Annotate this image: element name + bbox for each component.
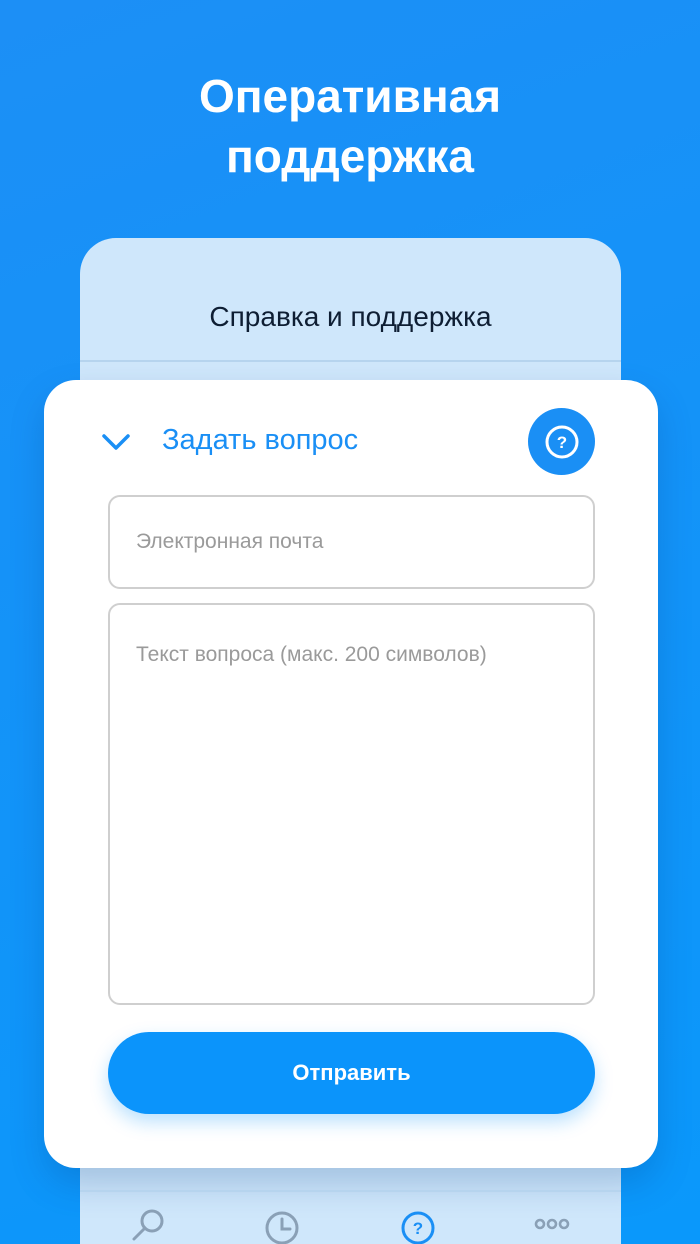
svg-text:?: ?	[413, 1219, 423, 1238]
hero-line-2: поддержка	[226, 130, 474, 182]
help-tab-icon[interactable]: ?	[398, 1206, 438, 1244]
help-icon: ?	[545, 425, 578, 458]
ask-question-title[interactable]: Задать вопрос	[162, 424, 358, 457]
chevron-down-icon[interactable]	[100, 430, 132, 454]
history-icon[interactable]	[262, 1206, 302, 1244]
svg-text:?: ?	[556, 433, 566, 452]
email-field[interactable]: Электронная почта	[108, 495, 595, 589]
help-button[interactable]: ?	[528, 408, 595, 475]
screen-title: Справка и поддержка	[209, 301, 492, 332]
question-textarea[interactable]: Текст вопроса (макс. 200 символов)	[108, 603, 595, 1005]
screen-header: Справка и поддержка	[80, 238, 621, 362]
question-placeholder: Текст вопроса (макс. 200 символов)	[136, 643, 487, 666]
hero-line-1: Оперативная	[198, 70, 502, 122]
bottom-tab-bar: ?	[80, 1190, 621, 1244]
search-icon[interactable]	[130, 1206, 170, 1244]
ask-question-card: Задать вопрос ? Электронная почта Текст …	[44, 380, 658, 1168]
email-placeholder: Электронная почта	[136, 530, 324, 553]
send-button[interactable]: Отправить	[108, 1032, 595, 1114]
hero-heading: Оперативная поддержка	[0, 66, 700, 186]
more-icon[interactable]	[532, 1206, 572, 1244]
